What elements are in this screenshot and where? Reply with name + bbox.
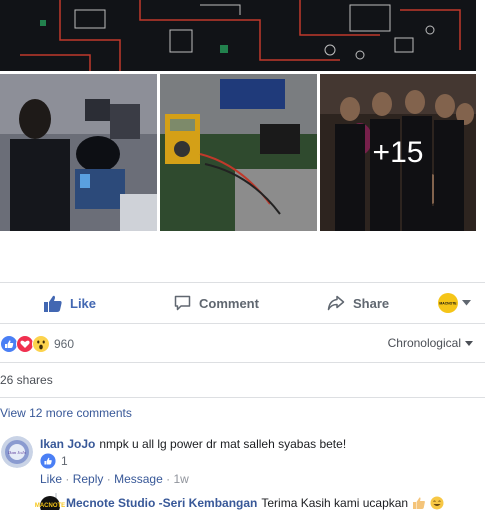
comment-sort-dropdown[interactable]: Chronological (388, 336, 473, 350)
comment-actions: Like · Reply · Message · 1w (40, 472, 189, 486)
reply-body: Mecnote Studio -Seri Kembangan Terima Ka… (66, 496, 444, 510)
more-photos-overlay[interactable]: +15 (320, 74, 476, 231)
share-label: Share (353, 295, 390, 311)
caret-down-icon (462, 300, 471, 306)
post-photo-group[interactable]: +15 (320, 74, 476, 231)
post-photo-grid: +15 (0, 74, 485, 231)
caret-down-icon (465, 340, 473, 346)
reactions-summary[interactable]: 960 (0, 335, 74, 353)
comment-like-count[interactable]: 1 (40, 453, 68, 469)
comment-text: nmpk u all lg power dr mat salleh syabas… (99, 437, 347, 451)
reply-text: Terima Kasih kami ucapkan (261, 496, 409, 510)
separator: · (65, 472, 70, 486)
wow-reaction-icon (32, 335, 50, 353)
post-photo-workshop[interactable] (0, 74, 157, 231)
avatar-text: Ikan JoJo (7, 450, 27, 455)
page-avatar: MACNOTE (438, 293, 458, 313)
post-photo-main[interactable] (0, 0, 476, 71)
reply-author[interactable]: Mecnote Studio -Seri Kembangan (66, 496, 257, 510)
reaction-count: 960 (54, 337, 75, 351)
comment-like-link[interactable]: Like (40, 472, 62, 486)
thumbs-up-emoji-icon (413, 497, 425, 509)
divider (0, 362, 485, 363)
divider (0, 323, 485, 324)
comment-message-link[interactable]: Message (114, 472, 163, 486)
comment-button[interactable]: Comment (174, 283, 259, 323)
comment-icon (174, 295, 191, 311)
comment-reply-link[interactable]: Reply (73, 472, 104, 486)
smile-emoji-icon (430, 496, 444, 510)
more-photos-count: +15 (372, 135, 424, 169)
comment-body: Ikan JoJo nmpk u all lg power dr mat sall… (40, 437, 346, 451)
share-button[interactable]: Share (327, 283, 389, 323)
like-reaction-icon (40, 453, 56, 469)
view-more-comments-link[interactable]: View 12 more comments (0, 406, 132, 420)
like-label: Like (70, 295, 97, 311)
separator: · (106, 472, 111, 486)
comment-author[interactable]: Ikan JoJo (40, 437, 95, 451)
post-action-bar: Like Comment Share MACNOTE (0, 283, 485, 323)
separator: · (166, 472, 171, 486)
reply-avatar[interactable]: MACNOTE (35, 496, 65, 510)
post-photo-multimeter[interactable] (160, 74, 317, 231)
comment-timestamp[interactable]: 1w (173, 472, 188, 486)
post-as-page-selector[interactable]: MACNOTE (438, 283, 471, 323)
share-icon (327, 295, 345, 311)
thumbs-up-icon (44, 295, 62, 312)
comment-label: Comment (199, 295, 259, 311)
divider (0, 397, 485, 398)
page-avatar-text: MACNOTE (439, 302, 457, 306)
comment-sort-label: Chronological (387, 336, 461, 350)
avatar[interactable]: Ikan JoJo (1, 436, 33, 468)
shares-count[interactable]: 26 shares (0, 373, 53, 387)
like-button[interactable]: Like (44, 283, 96, 323)
comment-like-number: 1 (61, 454, 68, 468)
reply-avatar-text: MACNOTE (34, 503, 66, 509)
